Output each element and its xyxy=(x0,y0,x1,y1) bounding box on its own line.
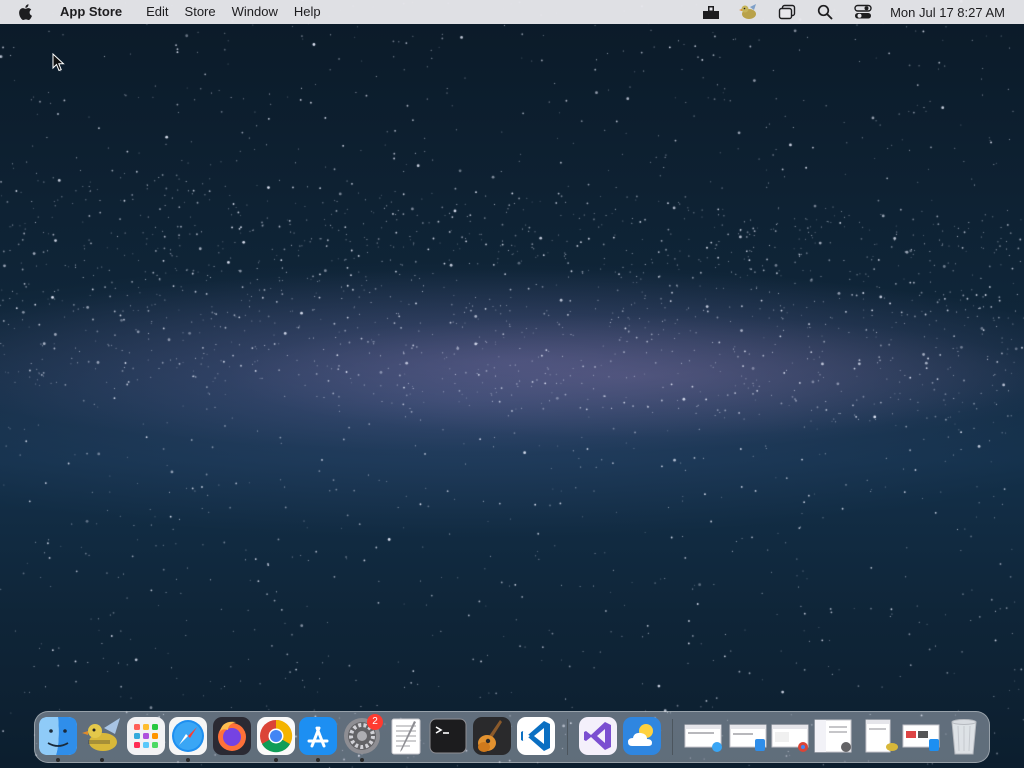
dock-firefox-icon[interactable] xyxy=(212,716,252,756)
menu-help[interactable]: Help xyxy=(286,0,329,24)
wallpaper-stars xyxy=(0,0,1024,768)
dock-terminal-icon[interactable] xyxy=(428,716,468,756)
menu-app-name[interactable]: App Store xyxy=(52,0,130,24)
cyberduck-icon[interactable] xyxy=(739,2,759,22)
dock-app-store-icon[interactable] xyxy=(298,716,338,756)
dock-chrome-icon[interactable] xyxy=(256,716,296,756)
menu-window[interactable]: Window xyxy=(224,0,286,24)
dock-running-indicator xyxy=(56,758,60,762)
dock-running-indicator xyxy=(316,758,320,762)
minimized-window-finder[interactable] xyxy=(729,719,767,753)
dock-vscode-icon[interactable] xyxy=(516,716,556,756)
dock-cyberduck-icon[interactable] xyxy=(82,716,122,756)
menu-clock[interactable]: Mon Jul 17 8:27 AM xyxy=(890,5,1005,20)
dock-textedit-icon[interactable] xyxy=(386,716,426,756)
minimized-window-chrome[interactable] xyxy=(771,719,809,753)
minimized-window-cyberduck[interactable] xyxy=(862,719,900,753)
menu-edit[interactable]: Edit xyxy=(138,0,176,24)
desktop-wallpaper xyxy=(0,0,1024,768)
dock-running-indicator xyxy=(274,758,278,762)
stats-icon[interactable] xyxy=(701,2,721,22)
dock-separator xyxy=(672,719,673,755)
dock-running-indicator xyxy=(186,758,190,762)
dock-garageband-icon[interactable] xyxy=(472,716,512,756)
dock-safari-icon[interactable] xyxy=(168,716,208,756)
dock-trash-icon[interactable] xyxy=(944,716,984,756)
apple-menu-icon[interactable] xyxy=(18,3,36,21)
menu-bar: App Store Edit Store Window Help Mon Jul… xyxy=(0,0,1024,24)
search-icon[interactable] xyxy=(815,2,835,22)
dock-launchpad-icon[interactable] xyxy=(126,716,166,756)
dock-running-indicator xyxy=(100,758,104,762)
mouse-cursor-icon xyxy=(52,53,65,72)
dock-weather-icon[interactable] xyxy=(622,716,662,756)
minimized-window-app-store[interactable] xyxy=(902,719,940,753)
notification-badge: 2 xyxy=(367,714,383,730)
dock-finder-icon[interactable] xyxy=(38,716,78,756)
menu-store[interactable]: Store xyxy=(177,0,224,24)
dock-visual-studio-icon[interactable] xyxy=(578,716,618,756)
window-icon[interactable] xyxy=(777,2,797,22)
control-center-icon[interactable] xyxy=(853,2,873,22)
minimized-window-system-settings[interactable] xyxy=(814,719,852,753)
minimized-window-safari[interactable] xyxy=(684,719,722,753)
dock-running-indicator xyxy=(360,758,364,762)
dock-separator xyxy=(567,719,568,755)
